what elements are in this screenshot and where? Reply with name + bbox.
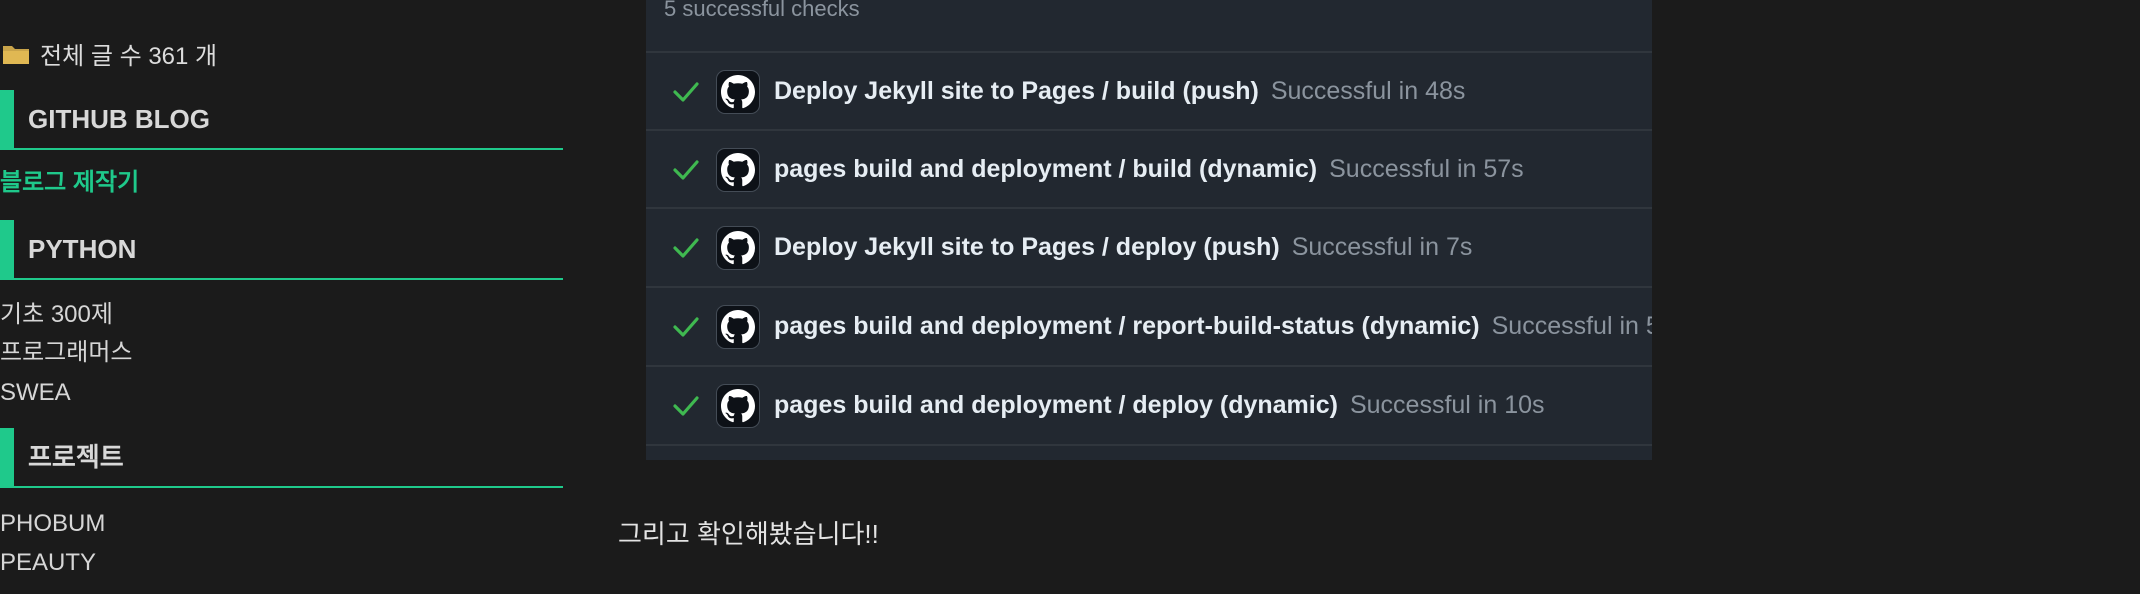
- github-icon: [716, 147, 760, 192]
- github-icon: [716, 69, 760, 114]
- category-github-blog: GITHUB BLOG: [0, 90, 563, 150]
- github-icon: [716, 304, 760, 349]
- checks-summary: 5 successful checks: [664, 0, 860, 21]
- check-row[interactable]: pages build and deployment / report-buil…: [646, 287, 1652, 366]
- check-row[interactable]: pages build and deployment / build (dyna…: [646, 130, 1652, 209]
- divider: [646, 444, 1652, 446]
- check-icon: [673, 159, 699, 180]
- sidebar-item-phobum[interactable]: PHOBUM: [0, 509, 105, 539]
- category-projects: 프로젝트: [0, 428, 563, 488]
- sidebar-item-programmers[interactable]: 프로그래머스: [0, 338, 132, 368]
- check-row[interactable]: Deploy Jekyll site to Pages / build (pus…: [646, 52, 1652, 131]
- check-name: pages build and deployment / deploy (dyn…: [774, 391, 1338, 419]
- category-title: GITHUB BLOG: [28, 104, 210, 134]
- checks-panel: 5 successful checks Deploy Jekyll site t…: [646, 0, 1652, 460]
- category-python: PYTHON: [0, 220, 563, 280]
- category-title: PYTHON: [28, 234, 137, 264]
- github-icon: [716, 383, 760, 428]
- check-status: Successful in 5: [1491, 312, 1652, 340]
- sidebar-item-swea[interactable]: SWEA: [0, 378, 71, 408]
- check-icon: [673, 395, 699, 416]
- category-accent-bar: [0, 90, 14, 148]
- check-row[interactable]: pages build and deployment / deploy (dyn…: [646, 366, 1652, 445]
- sidebar: 전체 글 수 361 개 GITHUB BLOG 블로그 제작기 PYTHON …: [0, 0, 565, 594]
- check-name: pages build and deployment / build (dyna…: [774, 155, 1318, 183]
- check-name: Deploy Jekyll site to Pages / build (pus…: [774, 77, 1259, 105]
- check-row[interactable]: Deploy Jekyll site to Pages / deploy (pu…: [646, 208, 1652, 287]
- check-status: Successful in 10s: [1349, 391, 1545, 419]
- check-status: Successful in 7s: [1291, 233, 1473, 261]
- check-status: Successful in 57s: [1329, 155, 1524, 183]
- folder-icon: [2, 43, 30, 65]
- check-icon: [673, 81, 699, 102]
- total-posts: 전체 글 수 361 개: [2, 36, 217, 71]
- category-accent-bar: [0, 220, 14, 278]
- total-posts-label: 전체 글 수 361 개: [40, 43, 218, 70]
- check-name: Deploy Jekyll site to Pages / deploy (pu…: [774, 233, 1280, 261]
- github-icon: [716, 225, 760, 270]
- sidebar-item-peauty[interactable]: PEAUTY: [0, 548, 96, 578]
- page: 전체 글 수 361 개 GITHUB BLOG 블로그 제작기 PYTHON …: [0, 0, 2140, 594]
- sidebar-item-blog-building[interactable]: 블로그 제작기: [0, 168, 139, 198]
- sidebar-item-basics-300[interactable]: 기초 300제: [0, 300, 113, 330]
- post-body-text: 그리고 확인해봤습니다!!: [618, 519, 879, 549]
- category-accent-bar: [0, 428, 14, 486]
- check-status: Successful in 48s: [1270, 77, 1466, 105]
- category-title: 프로젝트: [28, 442, 124, 472]
- check-name: pages build and deployment / report-buil…: [774, 312, 1480, 340]
- check-icon: [673, 316, 699, 337]
- check-icon: [673, 237, 699, 258]
